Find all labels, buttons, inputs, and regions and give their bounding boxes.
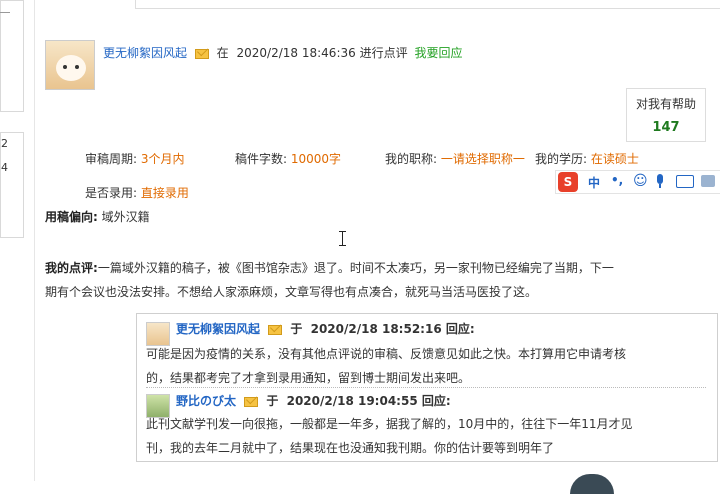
reply-link[interactable]: 我要回应 bbox=[414, 46, 462, 60]
job-title-value: 一请选择职称一 bbox=[440, 152, 525, 166]
comment-timestamp: 2020/2/18 18:46:36 bbox=[236, 46, 356, 60]
reply-body: 此刊文献学刊发一向很拖，一般都是一年多，据我了解的，10月中的，往往下一年11月… bbox=[146, 412, 633, 460]
accepted-value: 直接录用 bbox=[140, 186, 189, 200]
comment-header: 更无柳絮因风起 在 2020/2/18 18:46:36 进行点评 我要回应 bbox=[103, 44, 462, 61]
accepted-label: 是否录用: bbox=[85, 186, 138, 200]
mic-icon[interactable] bbox=[655, 174, 665, 188]
previous-post-border bbox=[135, 0, 720, 9]
sidebar-box-1 bbox=[0, 0, 24, 112]
reply-line-1: 可能是因为疫情的关系，没有其他点评说的审稿、反馈意见如此之快。本打算用它申请考核 bbox=[146, 347, 627, 361]
sidebar-mark bbox=[0, 12, 10, 13]
review-period: 审稿周期: 3个月内 bbox=[85, 150, 185, 167]
preference-label: 用稿偏向: bbox=[45, 210, 98, 224]
sidebar-box-2-text-2: 4 bbox=[1, 161, 8, 174]
degree-label: 我的学历: bbox=[535, 152, 588, 166]
reply-suffix: 回应: bbox=[445, 322, 475, 336]
text-cursor-top bbox=[339, 231, 346, 232]
reply-divider bbox=[146, 387, 706, 388]
reply-at-word: 于 bbox=[290, 322, 303, 336]
reply-header: 更无柳絮因风起 于 2020/2/18 18:52:16 回应: bbox=[176, 320, 475, 337]
floating-button[interactable] bbox=[570, 474, 614, 494]
review-text: 我的点评:一篇域外汉籍的稿子，被《图书馆杂志》退了。时间不太凑巧，另一家刊物已经… bbox=[45, 256, 645, 304]
sidebar-divider bbox=[34, 0, 35, 481]
degree: 我的学历: 在读硕士 bbox=[535, 150, 639, 167]
avatar-face bbox=[56, 55, 86, 81]
reply-timestamp: 2020/2/18 18:52:16 bbox=[310, 322, 442, 336]
ime-toolbar: S 中 •, ☺ bbox=[555, 170, 720, 194]
author-link[interactable]: 更无柳絮因风起 bbox=[103, 46, 187, 60]
keyboard-icon[interactable] bbox=[676, 175, 694, 188]
mail-icon[interactable] bbox=[194, 48, 209, 59]
word-count: 稿件字数: 10000字 bbox=[235, 150, 341, 167]
ime-logo-icon[interactable]: S bbox=[558, 172, 578, 192]
reply-at-word: 于 bbox=[266, 394, 279, 408]
helpful-button[interactable]: 对我有帮助 147 bbox=[626, 88, 706, 142]
job-title: 我的职称: 一请选择职称一 bbox=[385, 150, 525, 167]
mail-icon[interactable] bbox=[244, 396, 259, 407]
reply-line-2: 刊，我的去年二月就中了，结果现在也没通知我刊期。你的估计要等到明年了 bbox=[146, 441, 555, 455]
review-line-2: 期有个会议也没法安排。不想给人家添麻烦，文章写得也有点凑合，就死马当活马医投了这… bbox=[45, 285, 538, 299]
preference-value: 域外汉籍 bbox=[101, 210, 150, 224]
accepted: 是否录用: 直接录用 bbox=[85, 184, 189, 201]
reply-header: 野比のび太 于 2020/2/18 19:04:55 回应: bbox=[176, 392, 451, 409]
word-count-value: 10000字 bbox=[290, 152, 342, 166]
helpful-count: 147 bbox=[652, 120, 680, 135]
word-count-label: 稿件字数: bbox=[235, 152, 288, 166]
reply-author-link[interactable]: 更无柳絮因风起 bbox=[176, 322, 260, 336]
text-cursor-icon bbox=[342, 231, 343, 245]
at-word: 在 bbox=[216, 46, 229, 60]
reply-suffix: 回应: bbox=[421, 394, 451, 408]
avatar[interactable] bbox=[45, 40, 95, 90]
preference: 用稿偏向: 域外汉籍 bbox=[45, 208, 150, 225]
review-label: 我的点评: bbox=[45, 261, 98, 275]
reply-body: 可能是因为疫情的关系，没有其他点评说的审稿、反馈意见如此之快。本打算用它申请考核… bbox=[146, 342, 626, 390]
sidebar-box-2: 2 4 bbox=[0, 132, 24, 238]
comment-action: 进行点评 bbox=[359, 46, 408, 60]
review-line-1: 一篇域外汉籍的稿子，被《图书馆杂志》退了。时间不太凑巧，另一家刊物已经编完了当期… bbox=[97, 261, 614, 275]
review-period-value: 3个月内 bbox=[140, 152, 185, 166]
text-cursor-bottom bbox=[339, 245, 346, 246]
reply-author-link[interactable]: 野比のび太 bbox=[176, 394, 236, 408]
ime-mode-button[interactable]: 中 bbox=[588, 174, 600, 191]
emoji-icon[interactable]: ☺ bbox=[633, 173, 648, 189]
helpful-label: 对我有帮助 bbox=[635, 97, 696, 111]
avatar-eye bbox=[63, 65, 67, 69]
mail-icon[interactable] bbox=[268, 324, 283, 335]
degree-value: 在读硕士 bbox=[590, 152, 639, 166]
job-title-label: 我的职称: bbox=[385, 152, 438, 166]
avatar-eye bbox=[75, 65, 79, 69]
user-icon[interactable] bbox=[701, 175, 715, 187]
reply-timestamp: 2020/2/18 19:04:55 bbox=[286, 394, 418, 408]
reply-line-1: 此刊文献学刊发一向很拖，一般都是一年多，据我了解的，10月中的，往往下一年11月… bbox=[146, 417, 633, 431]
sidebar-box-2-text-1: 2 bbox=[1, 137, 8, 150]
ime-punct-button[interactable]: •, bbox=[611, 173, 623, 187]
review-period-label: 审稿周期: bbox=[85, 152, 138, 166]
